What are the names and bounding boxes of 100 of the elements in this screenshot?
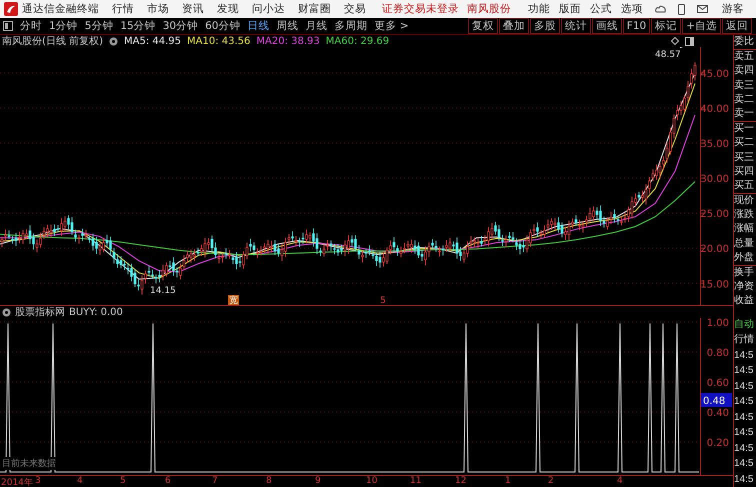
period-tab[interactable]: 月线 [306,19,328,33]
trade-time: 14:5 [734,380,754,394]
low-price-label: 14.15 [150,286,176,296]
quote-field-label: 收益 [734,294,755,308]
menu-item[interactable]: 发现 [217,2,239,16]
menu-item[interactable]: 市场 [147,2,169,16]
quote-field-label: 卖二 [734,92,755,107]
date-axis-label: 10 [366,476,378,486]
quote-field-label: 委比 [734,35,756,50]
quote-field-label: 涨跌 [734,208,755,222]
diamond-icon[interactable] [671,37,679,45]
moving-average-value: MA60: 29.69 [326,36,390,46]
date-axis-label: 3 [35,476,41,486]
stock-link[interactable]: 南风股份 [467,2,511,16]
high-price-label: 48.57 [655,50,681,60]
trade-time: 14:5 [734,364,754,378]
period-tab[interactable]: 15分钟 [120,19,156,33]
trade-time: 14:5 [734,348,754,363]
toolbar-button[interactable]: 叠加 [498,18,529,34]
quote-field-label: 换手 [734,266,755,280]
period-tab[interactable]: 多周期 [334,19,368,33]
mail-icon[interactable] [697,5,708,13]
menu-item[interactable]: 资讯 [182,2,204,16]
menu-item[interactable]: 选项 [621,2,643,16]
future-data-note: 目前未来数据 [2,457,56,470]
period-tab[interactable]: 5分钟 [84,19,114,33]
date-axis-label: 6 [165,476,171,486]
user-name[interactable]: 游客 [722,2,744,16]
login-status[interactable]: 证券交易未登录 [382,2,459,16]
toolbar-button[interactable]: 多股 [530,18,560,34]
date-axis-label: 2014年 [1,476,33,487]
price-axis-label: 45.00 [700,68,729,80]
trade-time: 14:5 [734,410,754,425]
quote-field-label: 卖一 [734,106,756,122]
period-tab[interactable]: 分时 [20,19,42,33]
indicator-axis-label: 1.00 [706,318,729,329]
quote-field-label: 现价 [734,194,755,208]
menu-item[interactable]: 问小达 [252,2,285,16]
indicator-value: BUYY: 0.00 [69,306,123,318]
menu-item[interactable]: 功能 [528,2,550,16]
price-axis-label: 30.00 [700,174,729,186]
menu-item[interactable]: 交易 [344,2,366,16]
toolbar-button[interactable]: 统计 [560,18,591,34]
menu-item[interactable]: 财富圈 [298,2,331,16]
quote-field-label: 卖三 [734,78,755,93]
quote-field-label: 买五 [734,178,756,194]
date-axis-label: 4 [617,476,623,486]
moving-average-value: MA5: 44.95 [124,36,181,46]
date-axis-label: 12 [455,476,466,486]
cloud-icon[interactable] [655,4,666,14]
price-axis-label: 40.00 [700,104,729,115]
menu-item[interactable]: 版面 [559,2,581,16]
period-tab[interactable]: 周线 [276,19,298,33]
app-name: 通达信金融终端 [22,2,99,16]
date-axis-label: 8 [266,476,272,486]
price-axis-label: 35.00 [700,139,729,150]
phone-icon[interactable] [678,4,685,14]
quote-field-label: 总量 [734,236,755,251]
indicator-axis-label: 0.60 [706,378,729,389]
period-tab[interactable]: 60分钟 [205,19,240,33]
indicator-name: 股票指标网 [15,306,65,319]
price-axis-label: 25.00 [700,209,729,220]
quote-field-label: 买一 [734,122,755,136]
price-axis-label: 20.00 [700,244,729,256]
toolbar-button[interactable]: 标记 [651,18,682,34]
quote-field-label: 净资 [734,280,755,294]
date-axis-label: 2 [548,476,554,486]
cursor-value: 0.48 [701,393,732,407]
quotes-label: 行情 [734,332,755,348]
date-axis-label: 7 [212,476,218,486]
window-icon[interactable] [685,36,694,46]
chart-title: 南风股份(日线 前复权) [2,34,103,48]
quote-field-label: 买三 [734,150,755,164]
moving-average-value: MA20: 38.93 [256,36,320,46]
quote-field-label: 买四 [734,164,755,179]
period-tab[interactable]: 30分钟 [162,19,198,33]
menu-item[interactable]: 行情 [112,2,134,16]
date-axis-label: 5 [120,476,126,486]
trade-time: 14:5 [734,426,754,440]
menu-item[interactable]: 公式 [590,2,612,16]
event-marker-label[interactable]: 5 [380,296,386,305]
toolbar-button[interactable]: 画线 [592,18,622,34]
date-axis-label: 9 [315,476,321,486]
period-tab[interactable]: 日线 [248,19,270,33]
quote-field-label: 卖四 [734,64,755,78]
toolbar-button[interactable]: F10 [622,18,650,34]
quote-field-label: 涨幅 [734,222,755,236]
toolbar-button[interactable]: 复权 [468,18,498,34]
toolbar-button[interactable]: 返回 [722,18,752,34]
date-axis-label: 11 [410,476,422,486]
toolbar-button[interactable]: +自选 [682,18,721,34]
period-tab[interactable]: 1分钟 [49,19,78,33]
trade-time: 14:5 [734,472,754,487]
period-tab[interactable]: 更多 > [374,19,409,33]
event-marker[interactable]: 宽 [228,295,239,305]
trade-time: 14:5 [734,457,754,472]
panel-toggle-icon[interactable] [3,21,13,31]
date-axis-label: 1 [505,476,511,486]
moving-average-value: MA10: 43.56 [187,36,250,46]
auto-mode-label[interactable]: 自动 [734,316,756,332]
